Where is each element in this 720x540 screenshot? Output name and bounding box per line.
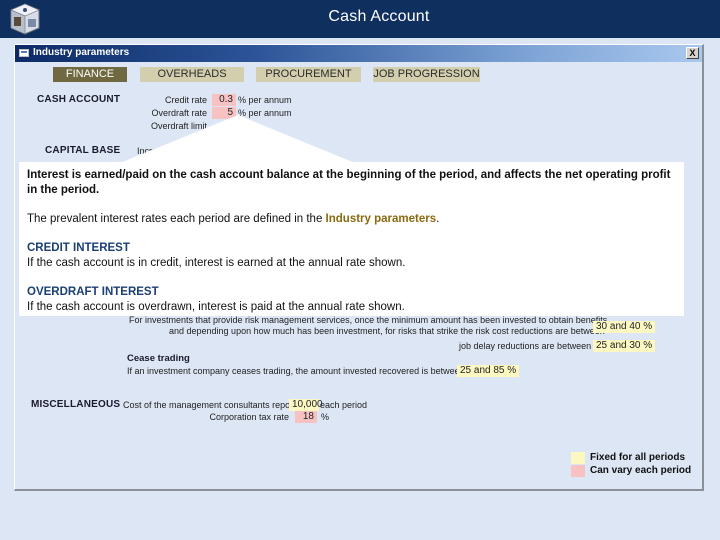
consultants-unit: each period [320,400,368,410]
credit-interest-heading: CREDIT INTEREST [27,242,130,254]
overdraft-rate-label: Overdraft rate [151,108,207,118]
app-title: Cash Account [328,8,430,25]
tax-rate-unit: % [321,412,330,422]
industry-parameters-link[interactable]: Industry parameters [326,213,437,225]
dialog-titlebar[interactable]: Industry parameters X [15,45,702,62]
tax-rate-value[interactable]: 18 [295,411,317,423]
cease-trading-value: 25 and 85 % [457,365,520,377]
credit-interest-text: If the cash account is in credit, intere… [27,257,406,269]
tab-overheads[interactable]: OVERHEADS [140,67,244,82]
cease-trading-heading: Cease trading [127,353,190,364]
credit-rate-value[interactable]: 0.3 [212,94,236,106]
app-header: Cash Account [0,0,720,38]
consultants-value: 10,000 [289,399,323,411]
overdraft-interest-block: OVERDRAFT INTEREST If the cash account i… [27,285,676,315]
overdraft-rate-value[interactable]: 5 [212,107,236,119]
tab-procurement[interactable]: PROCUREMENT [256,67,361,82]
close-button[interactable]: X [686,47,699,59]
callout-rates-prefix: The prevalent interest rates each period… [27,213,326,225]
credit-rate-label: Credit rate [164,95,207,105]
tax-rate-label: Corporation tax rate [209,412,289,422]
overdraft-interest-text: If the cash account is overdrawn, intere… [27,301,405,313]
legend-vary-label: Can vary each period [590,465,692,476]
risk-text-line3: job delay reductions are between [459,341,592,351]
cash-account-section-label: CASH ACCOUNT [37,94,121,105]
window-icon [19,49,29,57]
capital-base-text: Incre [137,146,158,156]
callout-rates-text: The prevalent interest rates each period… [27,212,676,227]
tab-finance[interactable]: FINANCE [53,67,127,82]
overdraft-rate-unit: % per annum [238,108,292,118]
callout-rates-suffix: . [436,213,440,225]
help-callout: Interest is earned/paid on the cash acco… [19,162,684,316]
risk-text-line1: For investments that provide risk manage… [129,315,610,325]
legend-vary-swatch [571,465,585,477]
overdraft-interest-heading: OVERDRAFT INTEREST [27,286,159,298]
overdraft-limit-value[interactable]: 100 [220,120,243,132]
dialog-title: Industry parameters [33,47,130,58]
legend-fixed-swatch [571,452,585,464]
consultants-label: Cost of the management consultants repor… [123,400,296,410]
cease-trading-text: If an investment company ceases trading,… [127,366,468,376]
credit-interest-block: CREDIT INTEREST If the cash account is i… [27,241,676,271]
credit-rate-unit: % per annum [238,95,292,105]
capital-base-section-label: CAPITAL BASE [45,145,121,156]
legend-fixed-label: Fixed for all periods [590,452,686,463]
overdraft-limit-label: Overdraft limit [150,121,207,131]
risk-cost-reduction-value: 30 and 40 % [593,321,656,333]
miscellaneous-section-label: MISCELLANEOUS [31,399,121,410]
risk-text-line2: and depending upon how much has been inv… [169,326,605,336]
tab-job-progression[interactable]: JOB PROGRESSION [373,67,480,82]
job-delay-reduction-value: 25 and 30 % [593,340,656,352]
callout-lead: Interest is earned/paid on the cash acco… [27,169,671,196]
